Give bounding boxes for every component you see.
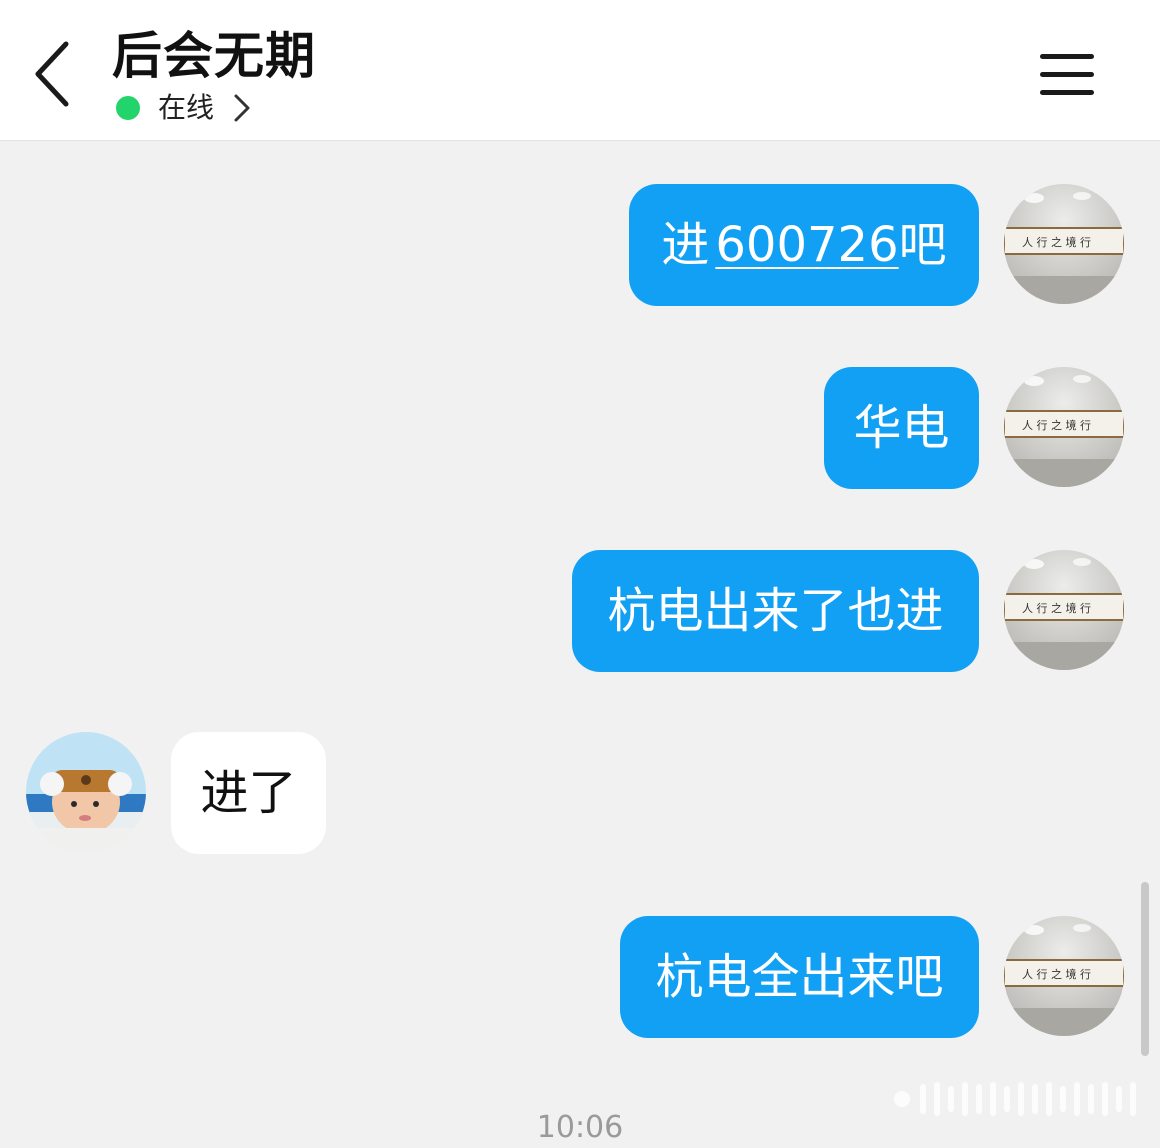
chat-header: 后会无期 在线: [0, 0, 1160, 141]
message-bubble-outgoing[interactable]: 华电: [824, 367, 979, 489]
svg-text:人 行 之 境 行: 人 行 之 境 行: [1022, 601, 1091, 615]
message-row: 杭电全出来吧 人 行 之 境 行: [0, 916, 1160, 1038]
message-row: 杭电出来了也进 人 行 之 境 行: [0, 550, 1160, 672]
online-status[interactable]: 在线: [116, 88, 252, 128]
message-bubble-outgoing[interactable]: 进 600726 吧: [629, 184, 979, 306]
status-label: 在线: [158, 91, 215, 124]
my-avatar[interactable]: 人 行 之 境 行: [1004, 367, 1124, 487]
message-text: 华电: [853, 400, 950, 456]
online-dot-icon: [116, 96, 140, 120]
message-bubble-outgoing[interactable]: 杭电全出来吧: [620, 916, 979, 1038]
svg-text:人 行 之 境 行: 人 行 之 境 行: [1022, 967, 1091, 981]
message-row: 进 600726 吧 人 行 之 境 行: [0, 184, 1160, 306]
message-text: 杭电全出来吧: [655, 949, 944, 1005]
menu-button[interactable]: [1030, 44, 1104, 104]
my-avatar[interactable]: 人 行 之 境 行: [1004, 916, 1124, 1036]
message-bubble-incoming[interactable]: 进了: [171, 732, 326, 854]
message-text: 进: [661, 217, 710, 273]
message-text: 杭电出来了也进: [607, 583, 944, 639]
svg-text:人 行 之 境 行: 人 行 之 境 行: [1022, 418, 1091, 432]
chevron-right-icon: [232, 92, 252, 124]
stock-code-link[interactable]: 600726: [715, 215, 898, 275]
scrollbar[interactable]: [1141, 882, 1149, 1056]
contact-name: 后会无期: [112, 27, 316, 85]
my-avatar[interactable]: 人 行 之 境 行: [1004, 184, 1124, 304]
watermark-icon: [890, 1076, 1150, 1122]
message-text: 进了: [200, 765, 297, 821]
my-avatar[interactable]: 人 行 之 境 行: [1004, 550, 1124, 670]
message-row: 进了: [0, 732, 1160, 854]
back-button[interactable]: [18, 32, 88, 116]
back-chevron-icon: [35, 41, 69, 107]
message-text: 吧: [898, 217, 947, 273]
svg-text:人 行 之 境 行: 人 行 之 境 行: [1022, 235, 1091, 249]
message-row: 华电 人 行 之 境 行: [0, 367, 1160, 489]
contact-avatar[interactable]: [26, 732, 146, 852]
message-bubble-outgoing[interactable]: 杭电出来了也进: [572, 550, 979, 672]
